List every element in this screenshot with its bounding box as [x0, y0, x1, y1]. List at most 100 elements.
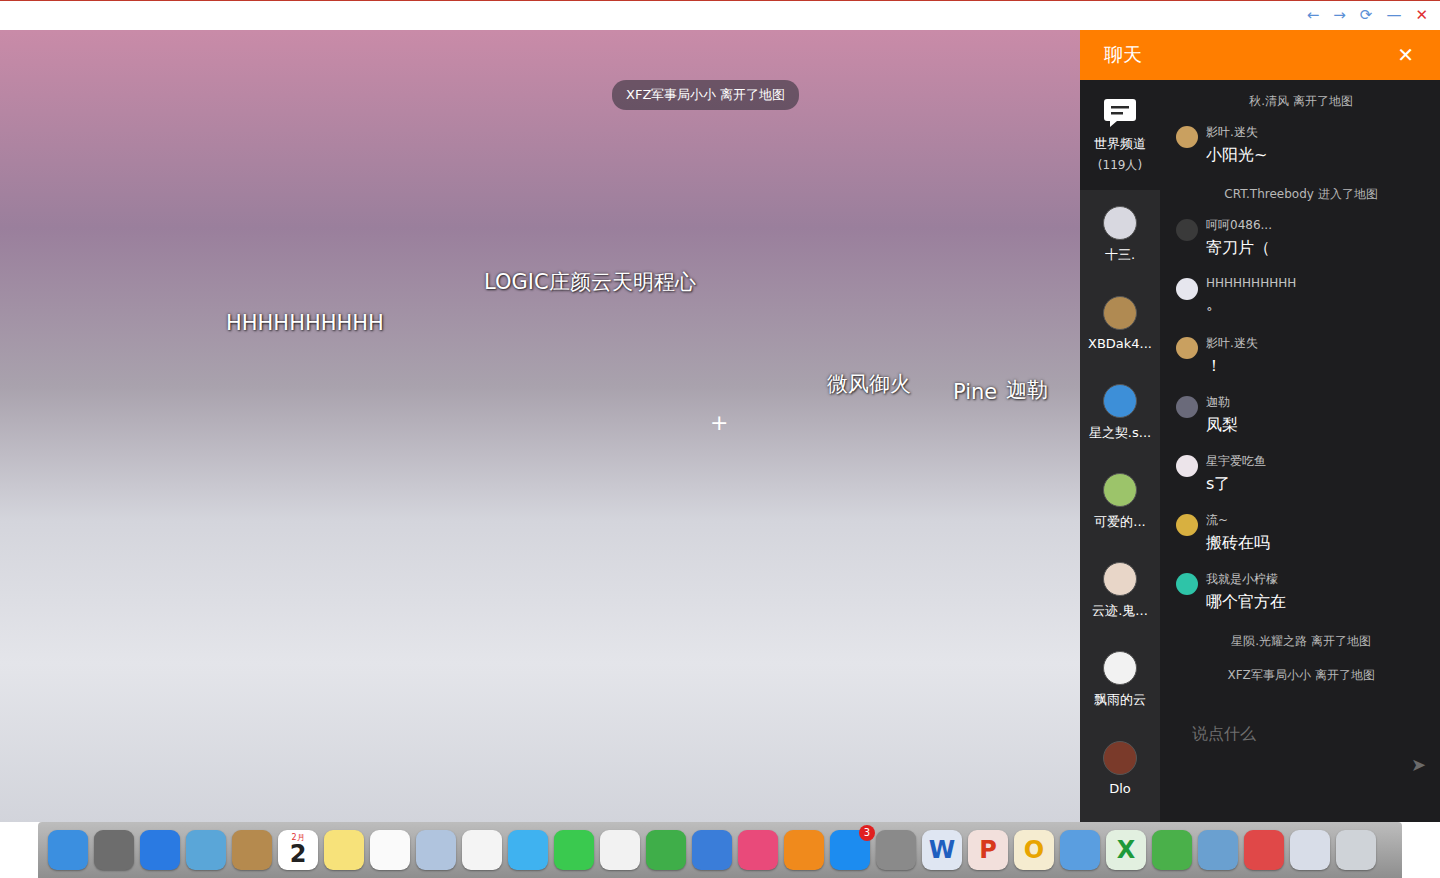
- sender-name: 迦勒: [1206, 394, 1238, 411]
- dock-app-icon[interactable]: 2月2: [278, 830, 318, 870]
- conversation-item[interactable]: 飘雨的云: [1080, 635, 1160, 724]
- conversation-item[interactable]: 星之契.s...: [1080, 368, 1160, 457]
- player-name-tag: Pine: [953, 380, 997, 404]
- chat-header: 聊天 ✕: [1080, 30, 1440, 80]
- user-avatar-icon: [1103, 206, 1137, 240]
- message-text: 小阳光~: [1206, 145, 1267, 166]
- sender-avatar-icon[interactable]: [1176, 219, 1198, 241]
- dock-app-icon[interactable]: [140, 830, 180, 870]
- conversation-item[interactable]: 世界频道(119人): [1080, 80, 1160, 190]
- user-avatar-icon: [1103, 296, 1137, 330]
- message-text: 。: [1206, 294, 1296, 315]
- dock-app-icon[interactable]: [186, 830, 226, 870]
- close-button[interactable]: ✕: [1397, 43, 1414, 67]
- chat-input[interactable]: [1192, 724, 1403, 743]
- dock-app-icon[interactable]: O: [1014, 830, 1054, 870]
- sender-avatar-icon[interactable]: [1176, 337, 1198, 359]
- conversation-item[interactable]: XBDak4...: [1080, 279, 1160, 368]
- dock-app-icon[interactable]: [232, 830, 272, 870]
- message-text: 搬砖在吗: [1206, 533, 1270, 554]
- speech-bubble-icon: [1103, 97, 1137, 129]
- player-name-tag: HHHHHHHHHH: [226, 311, 384, 335]
- conversation-item[interactable]: 可爱的...: [1080, 457, 1160, 546]
- title-bar: ← → ⟳ — ✕: [0, 0, 1440, 30]
- dock-app-icon[interactable]: [416, 830, 456, 870]
- dock-app-icon[interactable]: [48, 830, 88, 870]
- dock-app-icon[interactable]: [1060, 830, 1100, 870]
- message-text: 哪个官方在: [1206, 592, 1286, 613]
- dock-app-icon[interactable]: P: [968, 830, 1008, 870]
- conversation-label: XBDak4...: [1088, 336, 1152, 351]
- dock-app-icon[interactable]: 3: [830, 830, 870, 870]
- sender-avatar-icon[interactable]: [1176, 278, 1198, 300]
- sender-avatar-icon[interactable]: [1176, 514, 1198, 536]
- chat-message: 迦勒凤梨: [1176, 394, 1426, 453]
- dock-app-icon[interactable]: [554, 830, 594, 870]
- map-toast: XFZ军事局小小 离开了地图: [612, 80, 799, 110]
- sender-avatar-icon[interactable]: [1176, 126, 1198, 148]
- dock-app-icon[interactable]: [738, 830, 778, 870]
- conversation-item[interactable]: Dlo: [1080, 724, 1160, 813]
- conversation-label: 飘雨的云: [1094, 691, 1146, 709]
- conversation-item[interactable]: 云迹.鬼...: [1080, 546, 1160, 635]
- dock-app-icon[interactable]: [1198, 830, 1238, 870]
- sender-name: 影叶.迷失: [1206, 124, 1267, 141]
- dock-app-icon[interactable]: [784, 830, 824, 870]
- conversation-item[interactable]: 十三.: [1080, 190, 1160, 279]
- dock-app-icon[interactable]: [646, 830, 686, 870]
- sender-avatar-icon[interactable]: [1176, 455, 1198, 477]
- system-message: XFZ军事局小小 离开了地图: [1176, 664, 1426, 698]
- send-button[interactable]: ➤: [1411, 754, 1426, 775]
- dock-app-icon[interactable]: [876, 830, 916, 870]
- nav-button[interactable]: ✕: [1415, 8, 1428, 23]
- chat-input-bar: ➤: [1160, 710, 1440, 822]
- app-glyph: P: [979, 838, 997, 862]
- chat-title: 聊天: [1104, 42, 1142, 68]
- calendar-month: 2月: [291, 834, 304, 842]
- message-list: 秋.清风 离开了地图影叶.迷失小阳光~CRT.Threebody 进入了地图呵呵…: [1160, 80, 1440, 698]
- conversation-label: 可爱的...: [1094, 513, 1145, 531]
- sender-name: 我就是小柠檬: [1206, 571, 1286, 588]
- nav-button[interactable]: —: [1386, 8, 1401, 23]
- sender-avatar-icon[interactable]: [1176, 396, 1198, 418]
- dock-app-icon[interactable]: [1290, 830, 1330, 870]
- nav-button[interactable]: ⟳: [1360, 8, 1373, 23]
- system-message: 星陨.光耀之路 离开了地图: [1176, 630, 1426, 664]
- dock-app-icon[interactable]: W: [922, 830, 962, 870]
- app-glyph: X: [1117, 838, 1136, 862]
- dock-app-icon[interactable]: [1244, 830, 1284, 870]
- chat-message: HHHHHHHHHH 。: [1176, 276, 1426, 335]
- sender-name: 呵呵0486...: [1206, 217, 1272, 234]
- dock-app-icon[interactable]: [1152, 830, 1192, 870]
- chat-message: 影叶.迷失 ！: [1176, 335, 1426, 394]
- dock-app-icon[interactable]: [324, 830, 364, 870]
- sender-avatar-icon[interactable]: [1176, 573, 1198, 595]
- conversation-label: 十三.: [1105, 246, 1135, 264]
- dock-app-icon[interactable]: [1336, 830, 1376, 870]
- chat-message: 流~搬砖在吗: [1176, 512, 1426, 571]
- dock: 2月2 3 WP O X: [38, 822, 1402, 878]
- sender-name: 影叶.迷失: [1206, 335, 1258, 352]
- dock-app-icon[interactable]: [370, 830, 410, 870]
- dock-app-icon[interactable]: [508, 830, 548, 870]
- sender-name: HHHHHHHHHH: [1206, 276, 1296, 290]
- game-view[interactable]: XFZ军事局小小 离开了地图LOGIC庄颜云天明程心HHHHHHHHHH微风御火…: [0, 30, 1080, 822]
- message-text: ！: [1206, 356, 1258, 377]
- app-glyph: O: [1024, 838, 1044, 862]
- message-text: 凤梨: [1206, 415, 1238, 436]
- nav-button[interactable]: →: [1333, 8, 1346, 23]
- conversation-label: 世界频道: [1094, 135, 1146, 153]
- chat-message: 星宇爱吃鱼s了: [1176, 453, 1426, 512]
- system-message: 秋.清风 离开了地图: [1176, 90, 1426, 124]
- user-avatar-icon: [1103, 741, 1137, 775]
- dock-app-icon[interactable]: X: [1106, 830, 1146, 870]
- user-avatar-icon: [1103, 562, 1137, 596]
- user-avatar-icon: [1103, 651, 1137, 685]
- notification-badge: 3: [859, 825, 875, 841]
- nav-button[interactable]: ←: [1307, 8, 1320, 23]
- user-avatar-icon: [1103, 473, 1137, 507]
- dock-app-icon[interactable]: [600, 830, 640, 870]
- dock-app-icon[interactable]: [462, 830, 502, 870]
- dock-app-icon[interactable]: [692, 830, 732, 870]
- dock-app-icon[interactable]: [94, 830, 134, 870]
